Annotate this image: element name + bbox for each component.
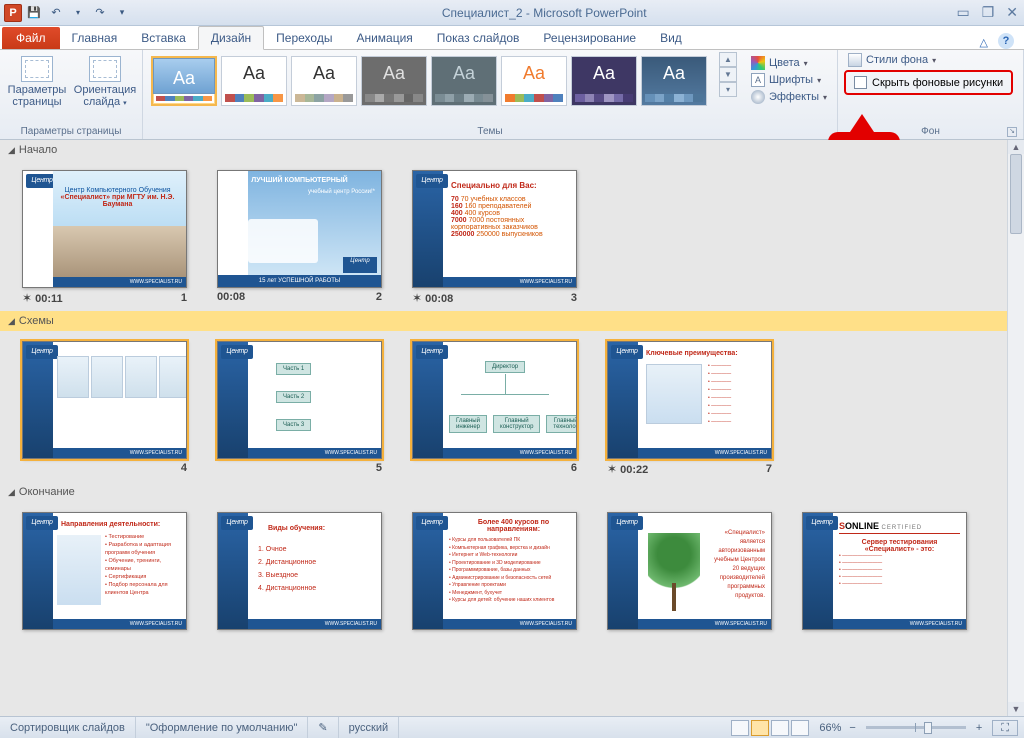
gallery-up-icon[interactable]: ▲	[719, 52, 737, 67]
help-icon[interactable]: ?	[998, 33, 1014, 49]
tab-slideshow[interactable]: Показ слайдов	[425, 27, 532, 49]
slide-orientation-button[interactable]: Ориентация слайда ▾	[74, 52, 136, 110]
status-spellcheck[interactable]: ✎	[308, 717, 338, 738]
page-setup-icon	[21, 56, 53, 82]
slideshow-view-icon[interactable]	[791, 720, 809, 736]
bg-styles-dropdown[interactable]: Стили фона▾	[844, 52, 940, 68]
theme-thumb-current[interactable]: Aa	[151, 56, 217, 106]
fonts-icon: A	[751, 73, 765, 87]
slide-thumbnail[interactable]: Центр WWW.SPECIALIST.RU 4	[22, 341, 187, 476]
workspace: ◢Начало Центр Центр Компьютерного Обучен…	[0, 140, 1024, 716]
colors-dropdown[interactable]: Цвета▾	[747, 55, 831, 71]
fit-window-icon[interactable]: ⛶	[992, 720, 1018, 736]
theme-variants: Цвета▾ AШрифты▾ Эффекты▾	[747, 52, 831, 105]
view-buttons	[725, 720, 815, 736]
tab-design[interactable]: Дизайн	[198, 26, 264, 50]
slide-thumbnail[interactable]: Центр Более 400 курсов по направлениям: …	[412, 512, 577, 630]
save-icon[interactable]: 💾	[24, 3, 44, 23]
slide-thumbnail[interactable]: ЛУЧШИЙ КОМПЬЮТЕРНЫЙ учебный центр России…	[217, 170, 382, 305]
undo-dropdown-icon[interactable]: ▾	[68, 3, 88, 23]
section-header[interactable]: ◢Схемы	[0, 311, 1007, 331]
zoom-in-icon[interactable]: +	[972, 722, 986, 734]
effects-icon	[751, 90, 765, 104]
theme-thumb[interactable]: Aa	[431, 56, 497, 106]
colors-icon	[751, 56, 765, 70]
effects-dropdown[interactable]: Эффекты▾	[747, 89, 831, 105]
slide-thumbnail[interactable]: Центр Виды обучения: 1. Очное 2. Дистанц…	[217, 512, 382, 630]
scroll-thumb[interactable]	[1010, 154, 1022, 234]
tab-animation[interactable]: Анимация	[344, 27, 424, 49]
minimize-icon[interactable]: ▭	[956, 4, 969, 21]
slide-thumbnail[interactable]: Центр Специально для Вас: 70 70 учебных …	[412, 170, 577, 305]
animation-star-icon: ✶	[22, 291, 32, 305]
dialog-launcher-icon[interactable]: ↘	[1007, 127, 1017, 137]
sorter-view-icon[interactable]	[751, 720, 769, 736]
restore-icon[interactable]: ❐	[982, 4, 995, 21]
hide-bg-checkbox[interactable]: Скрыть фоновые рисунки	[848, 74, 1009, 91]
gallery-down-icon[interactable]: ▼	[719, 67, 737, 82]
redo-icon[interactable]: ↷	[90, 3, 110, 23]
animation-star-icon: ✶	[607, 462, 617, 476]
tab-home[interactable]: Главная	[60, 27, 130, 49]
slide-thumbnail[interactable]: Центр Центр Компьютерного Обучения «Спец…	[22, 170, 187, 305]
titlebar: P 💾 ↶ ▾ ↷ ▾ Специалист_2 - Microsoft Pow…	[0, 0, 1024, 26]
normal-view-icon[interactable]	[731, 720, 749, 736]
slide-thumbnail[interactable]: Центр Направления деятельности: • Тестир…	[22, 512, 187, 630]
slide-thumbnail[interactable]: Центр Директор Главный инженер Главный к…	[412, 341, 577, 476]
slide-thumbnail[interactable]: Центр SONLINE CERTIFIED Сервер тестирова…	[802, 512, 967, 630]
themes-gallery-scroll[interactable]: ▲ ▼ ▾	[719, 52, 737, 97]
zoom-label[interactable]: 66%	[815, 722, 845, 734]
vertical-scrollbar[interactable]: ▲ ▼	[1007, 140, 1024, 716]
undo-icon[interactable]: ↶	[46, 3, 66, 23]
statusbar: Сортировщик слайдов "Оформление по умолч…	[0, 716, 1024, 738]
slide-sorter[interactable]: ◢Начало Центр Центр Компьютерного Обучен…	[0, 140, 1007, 716]
reading-view-icon[interactable]	[771, 720, 789, 736]
theme-thumb[interactable]: Aa	[571, 56, 637, 106]
status-language[interactable]: русский	[339, 717, 399, 738]
animation-star-icon: ✶	[412, 291, 422, 305]
scroll-up-icon[interactable]: ▲	[1008, 140, 1024, 154]
orientation-icon	[89, 56, 121, 82]
window-title: Специалист_2 - Microsoft PowerPoint	[132, 6, 956, 20]
theme-thumb[interactable]: Aa	[291, 56, 357, 106]
group-page-setup: Параметры страницы Ориентация слайда ▾ П…	[0, 50, 143, 139]
slide-thumbnail[interactable]: Центр Ключевые преимущества: • ————• ———…	[607, 341, 772, 476]
fonts-dropdown[interactable]: AШрифты▾	[747, 72, 831, 88]
bg-styles-icon	[848, 53, 862, 67]
gallery-more-icon[interactable]: ▾	[719, 82, 737, 97]
group-themes: Aa Aa Aa Aa Aa Aa Aa Aa ▲ ▼ ▾ Цвета▾ AШр…	[143, 50, 838, 139]
slide-thumbnail[interactable]: Центр «Специалист» является авторизованн…	[607, 512, 772, 630]
status-view[interactable]: Сортировщик слайдов	[0, 717, 136, 738]
page-setup-button[interactable]: Параметры страницы	[6, 52, 68, 108]
file-tab[interactable]: Файл	[2, 27, 60, 49]
hide-bg-checkbox-highlight: Скрыть фоновые рисунки	[844, 70, 1013, 95]
close-icon[interactable]: ✕	[1006, 4, 1018, 21]
qat-menu-icon[interactable]: ▾	[112, 3, 132, 23]
spellcheck-icon: ✎	[318, 721, 327, 734]
ribbon-tabs: Файл Главная Вставка Дизайн Переходы Ани…	[0, 26, 1024, 50]
tab-view[interactable]: Вид	[648, 27, 694, 49]
quick-access-toolbar: P 💾 ↶ ▾ ↷ ▾	[0, 3, 132, 23]
zoom-slider[interactable]	[866, 726, 966, 729]
theme-thumb[interactable]: Aa	[501, 56, 567, 106]
theme-thumb[interactable]: Aa	[361, 56, 427, 106]
status-template[interactable]: "Оформление по умолчанию"	[136, 717, 309, 738]
theme-thumb[interactable]: Aa	[221, 56, 287, 106]
checkbox-icon	[854, 76, 867, 89]
themes-gallery[interactable]: Aa Aa Aa Aa Aa Aa Aa Aa	[149, 52, 713, 110]
window-controls: ▭ ❐ ✕	[956, 4, 1024, 21]
powerpoint-icon[interactable]: P	[4, 4, 22, 22]
section-header[interactable]: ◢Окончание	[0, 482, 1007, 502]
scroll-down-icon[interactable]: ▼	[1008, 702, 1024, 716]
section-header[interactable]: ◢Начало	[0, 140, 1007, 160]
theme-thumb[interactable]: Aa	[641, 56, 707, 106]
tab-transitions[interactable]: Переходы	[264, 27, 344, 49]
zoom-out-icon[interactable]: −	[845, 722, 859, 734]
slide-thumbnail[interactable]: Центр Часть 1 Часть 2 Часть 3 WWW.SPECIA…	[217, 341, 382, 476]
ribbon-collapse-icon[interactable]: △	[980, 36, 988, 49]
tab-review[interactable]: Рецензирование	[531, 27, 648, 49]
tab-insert[interactable]: Вставка	[129, 27, 198, 49]
